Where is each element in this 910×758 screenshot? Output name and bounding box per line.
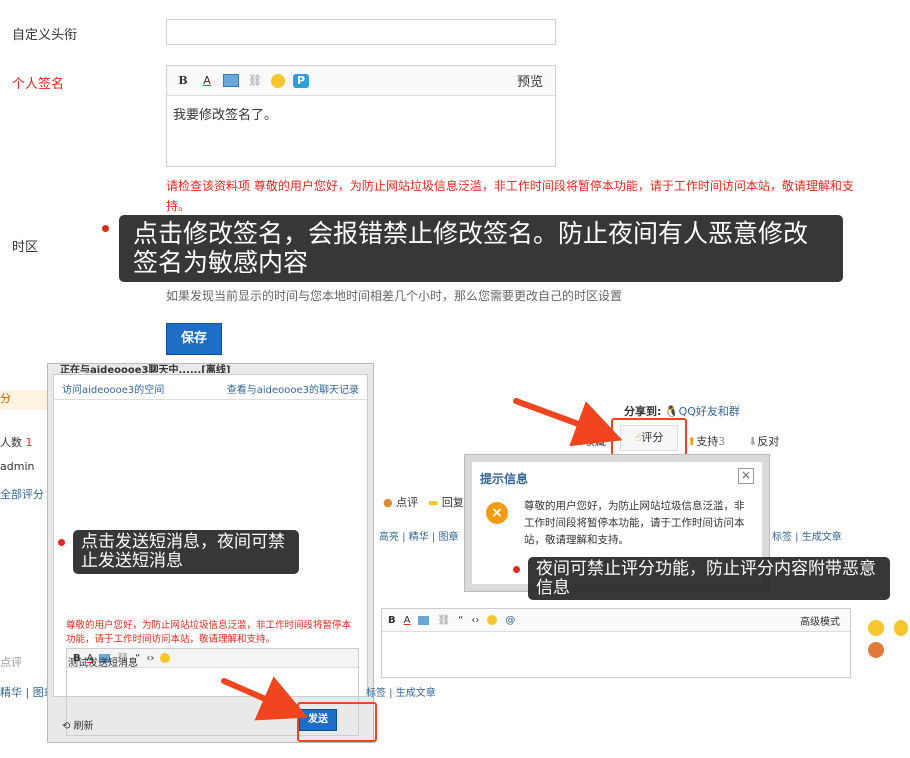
send-arrow <box>221 676 309 721</box>
annotation-arrows <box>221 398 623 721</box>
rate-arrow <box>513 398 623 447</box>
